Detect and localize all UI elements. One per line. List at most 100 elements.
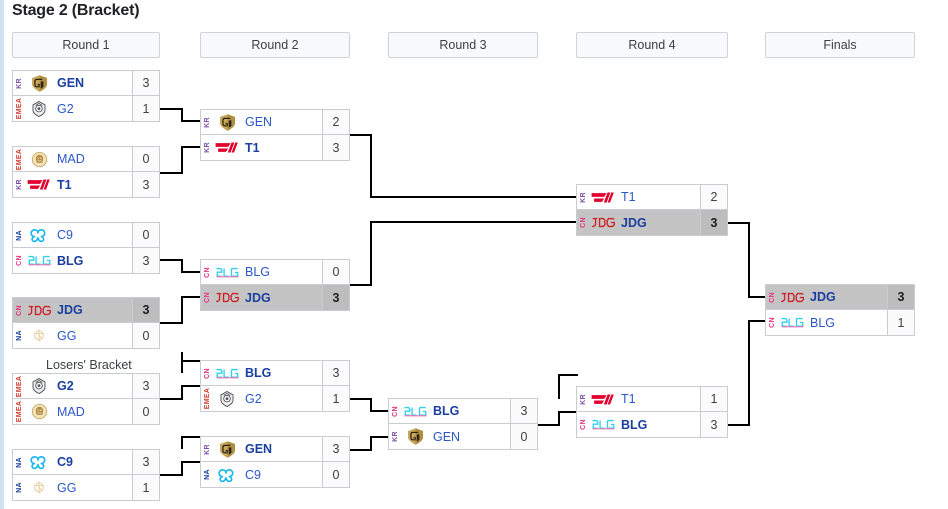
region-tag: EMEA <box>16 375 23 397</box>
connector <box>748 320 750 426</box>
connector <box>181 385 201 387</box>
region-tag: CN <box>204 292 211 303</box>
team-name: T1 <box>57 177 72 192</box>
connector <box>558 411 578 413</box>
match-team-row[interactable]: NA C9 0 <box>201 462 349 487</box>
match-team-row[interactable]: CN JDG 3 <box>13 298 159 323</box>
team-score: 1 <box>132 96 159 121</box>
blg-logo <box>590 412 616 437</box>
match-box[interactable]: EMEA G2 3 EMEA MAD 0 <box>12 373 160 425</box>
team-score: 1 <box>132 475 159 500</box>
match-team-row[interactable]: KR T1 2 <box>577 185 727 210</box>
region-tag: CN <box>580 217 587 228</box>
connector <box>160 474 183 476</box>
match-box[interactable]: EMEA MAD 0 KR T1 3 <box>12 146 160 198</box>
connector <box>181 146 183 174</box>
match-box[interactable]: NA C9 3 NA GG 1 <box>12 449 160 501</box>
match-box[interactable]: CN BLG 3 EMEA G2 1 <box>200 360 350 412</box>
connector <box>181 461 201 463</box>
match-team-row[interactable]: KR T1 3 <box>201 135 349 160</box>
match-team-row[interactable]: EMEA MAD 0 <box>13 399 159 424</box>
team-score: 3 <box>510 399 537 423</box>
match-team-row[interactable]: CN BLG 3 <box>201 361 349 386</box>
match-box[interactable]: KR GEN 3 EMEA G2 1 <box>12 70 160 122</box>
connector <box>370 436 390 438</box>
round-header-4[interactable]: Round 4 <box>576 32 728 58</box>
round-header-finals[interactable]: Finals <box>765 32 915 58</box>
region-tag: EMEA <box>204 387 211 410</box>
match-team-row[interactable]: KR T1 1 <box>577 387 727 412</box>
team-score: 3 <box>700 412 727 437</box>
match-team-row[interactable]: KR GEN 0 <box>389 424 537 449</box>
connector <box>370 222 372 286</box>
match-team-row[interactable]: CN JDG 3 <box>577 210 727 235</box>
match-team-row[interactable]: CN BLG 1 <box>766 310 914 335</box>
match-box[interactable]: KR GEN 2 KR T1 3 <box>200 109 350 161</box>
connector <box>350 134 372 136</box>
match-team-row[interactable]: EMEA G2 1 <box>13 96 159 121</box>
connector <box>181 360 201 362</box>
match-box[interactable]: CN BLG 0 CN JDG 3 <box>200 259 350 311</box>
team-score: 3 <box>132 298 159 322</box>
match-box[interactable]: CN BLG 3 KR GEN 0 <box>388 398 538 450</box>
blg-logo <box>779 310 805 335</box>
connector <box>538 424 560 426</box>
match-team-row[interactable]: CN BLG 3 <box>389 399 537 424</box>
match-team-row[interactable]: NA C9 0 <box>13 223 159 248</box>
match-team-row[interactable]: CN BLG 3 <box>577 412 727 437</box>
match-team-row[interactable]: CN JDG 3 <box>201 285 349 310</box>
match-box[interactable]: NA C9 0 CN BLG 3 <box>12 222 160 274</box>
match-team-row[interactable]: EMEA G2 3 <box>13 374 159 399</box>
match-team-row[interactable]: EMEA MAD 0 <box>13 147 159 172</box>
team-score: 0 <box>132 323 159 348</box>
match-box[interactable]: CN JDG 3 NA GG 0 <box>12 297 160 349</box>
gen-logo <box>26 71 52 95</box>
mad-logo <box>26 399 52 424</box>
match-box[interactable]: CN JDG 3 CN BLG 1 <box>765 284 915 336</box>
team-score: 0 <box>322 462 349 487</box>
round-header-2[interactable]: Round 2 <box>200 32 350 58</box>
connector <box>728 222 750 224</box>
match-team-row[interactable]: EMEA G2 1 <box>201 386 349 411</box>
losers-bracket-label: Losers' Bracket <box>46 358 132 372</box>
match-box[interactable]: KR T1 1 CN BLG 3 <box>576 386 728 438</box>
region-tag: CN <box>769 291 776 303</box>
region-tag: NA <box>16 229 23 241</box>
team-name: T1 <box>245 140 260 155</box>
connector <box>181 437 183 449</box>
connector <box>558 375 560 399</box>
team-name: BLG <box>810 315 836 330</box>
match-team-row[interactable]: NA GG 1 <box>13 475 159 500</box>
round-header-1[interactable]: Round 1 <box>12 32 160 58</box>
match-team-row[interactable]: CN BLG 0 <box>201 260 349 285</box>
team-score: 3 <box>132 172 159 197</box>
match-team-row[interactable]: NA GG 0 <box>13 323 159 348</box>
region-tag: NA <box>16 456 23 468</box>
connector <box>181 461 183 476</box>
jdg-logo <box>779 285 805 309</box>
connector <box>558 411 560 426</box>
match-team-row[interactable]: CN JDG 3 <box>766 285 914 310</box>
match-team-row[interactable]: KR GEN 2 <box>201 110 349 135</box>
c9-logo <box>214 462 240 487</box>
team-name: BLG <box>433 404 460 418</box>
region-tag: NA <box>204 469 211 480</box>
match-team-row[interactable]: CN BLG 3 <box>13 248 159 273</box>
round-header-3[interactable]: Round 3 <box>388 32 538 58</box>
t1-logo <box>590 387 616 411</box>
team-name: GEN <box>245 115 273 129</box>
team-score: 3 <box>322 437 349 461</box>
t1-logo <box>590 185 616 209</box>
region-tag: EMEA <box>16 400 23 423</box>
match-box[interactable]: KR T1 2 CN JDG 3 <box>576 184 728 236</box>
match-team-row[interactable]: KR GEN 3 <box>201 437 349 462</box>
region-tag: EMEA <box>16 148 23 170</box>
page-title: Stage 2 (Bracket) <box>12 2 140 19</box>
match-team-row[interactable]: NA C9 3 <box>13 450 159 475</box>
match-team-row[interactable]: KR T1 3 <box>13 172 159 197</box>
gen-logo <box>214 437 240 461</box>
region-tag: KR <box>204 443 211 455</box>
match-box[interactable]: KR GEN 3 NA C9 0 <box>200 436 350 488</box>
match-team-row[interactable]: KR GEN 3 <box>13 71 159 96</box>
connector <box>370 221 576 223</box>
